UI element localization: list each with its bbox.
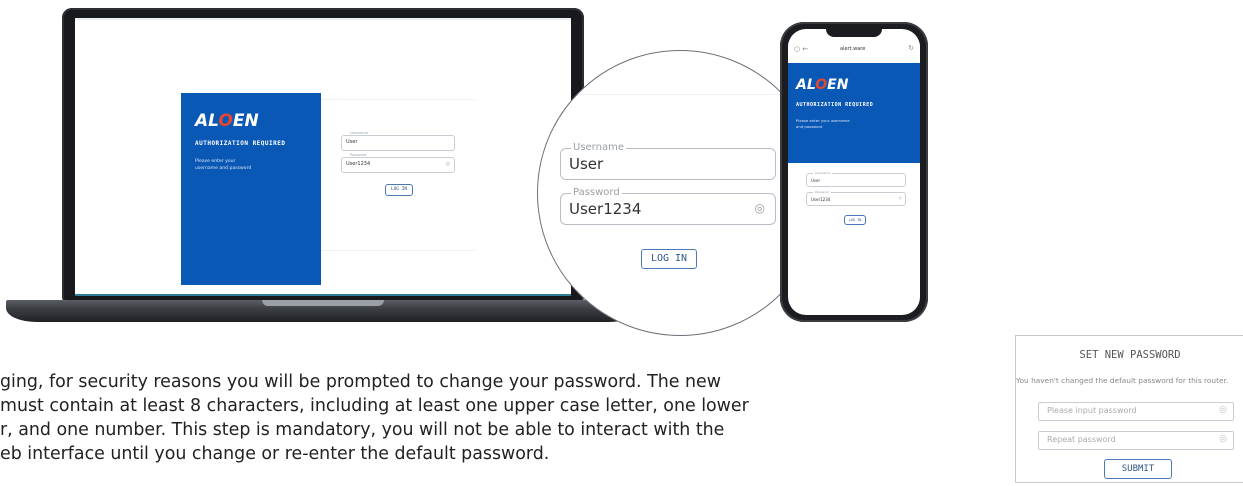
zoom-login-button[interactable]: LOG IN	[641, 249, 697, 269]
auth-subtitle: Please enter your username and password	[195, 159, 252, 171]
set-new-password-card: SET NEW PASSWORD You haven't changed the…	[1015, 335, 1243, 483]
laptop-hinge	[262, 300, 384, 306]
auth-card: ALOEN AUTHORIZATION REQUIRED Please ente…	[181, 93, 321, 285]
phone-username-field[interactable]: Username User	[806, 171, 906, 187]
paragraph-line: eb interface until you change or re-ente…	[0, 444, 550, 464]
eye-icon[interactable]: ◎	[899, 195, 903, 200]
paragraph-line: ging, for security reasons you will be p…	[0, 372, 721, 392]
username-field[interactable]: Username User	[341, 131, 455, 151]
repeat-password-input[interactable]: Repeat password ◎	[1038, 431, 1234, 450]
laptop-screen: ALOEN AUTHORIZATION REQUIRED Please ente…	[75, 18, 571, 296]
phone-notch	[826, 27, 882, 37]
paragraph-line: must contain at least 8 characters, incl…	[0, 396, 749, 416]
back-arrow-icon[interactable]: ○ ←	[794, 45, 808, 53]
phone-login-button[interactable]: LOG IN	[844, 215, 866, 225]
set-password-title: SET NEW PASSWORD	[1079, 349, 1181, 361]
password-field[interactable]: Password User1234 ◎	[341, 153, 455, 173]
zoom-password-field[interactable]: Password User1234 ◎	[560, 187, 776, 225]
login-button[interactable]: LOG IN	[385, 184, 413, 196]
new-password-input[interactable]: Please input password ◎	[1038, 402, 1234, 421]
phone-browser-bar: ○ ← alert.ware ↻	[788, 41, 920, 61]
phone-auth-header: ALOEN AUTHORIZATION REQUIRED Please ente…	[788, 63, 920, 163]
phone-auth-subtitle: Please enter your username and password	[796, 118, 850, 129]
auth-title: AUTHORIZATION REQUIRED	[195, 140, 286, 147]
phone-screen: ○ ← alert.ware ↻ ALOEN AUTHORIZATION REQ…	[788, 29, 920, 315]
set-password-message: You haven't changed the default password…	[1016, 376, 1229, 385]
submit-button[interactable]: SUBMIT	[1104, 459, 1172, 479]
login-form-panel: Username User Password User1234 ◎ LOG IN	[321, 99, 475, 251]
instruction-paragraph: ging, for security reasons you will be p…	[0, 370, 1000, 466]
phone-url: alert.ware	[840, 46, 866, 52]
zoom-username-field[interactable]: Username User	[560, 142, 776, 180]
eye-icon[interactable]: ◎	[1219, 405, 1227, 415]
eye-icon[interactable]: ◎	[1219, 434, 1227, 444]
phone-auth-title: AUTHORIZATION REQUIRED	[796, 102, 874, 108]
reload-icon[interactable]: ↻	[908, 44, 914, 52]
eye-icon[interactable]: ◎	[446, 161, 450, 167]
paragraph-line: r, and one number. This step is mandator…	[0, 420, 725, 440]
phone-password-field[interactable]: Password User1234 ◎	[806, 190, 906, 206]
phone-brand-logo: ALOEN	[796, 77, 849, 93]
eye-icon[interactable]: ◎	[755, 201, 765, 215]
brand-logo: ALOEN	[195, 111, 259, 131]
phone-login-form: Username User Password User1234 ◎ LOG IN	[788, 163, 920, 253]
